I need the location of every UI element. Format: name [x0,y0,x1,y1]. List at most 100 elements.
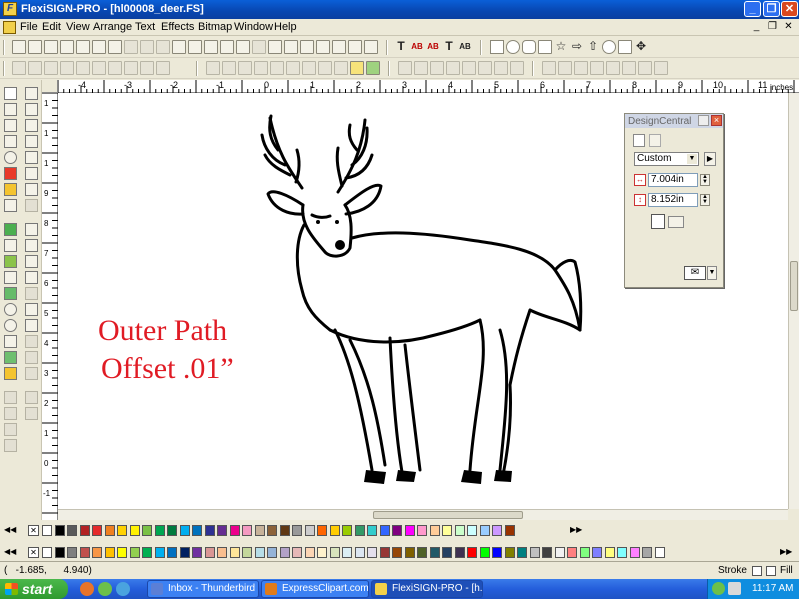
ellipse-tool-icon[interactable] [4,151,17,164]
color-swatch[interactable] [217,547,227,558]
move-icon[interactable] [622,61,636,75]
color-swatch[interactable] [342,547,352,558]
menu-edit[interactable]: Edit [42,21,61,33]
color-swatch[interactable] [79,547,90,558]
spare-tool-3-icon[interactable] [4,407,17,420]
weld-icon[interactable] [108,61,122,75]
color-swatch[interactable] [417,547,427,558]
color-swatch[interactable] [129,547,140,558]
color-swatch[interactable] [317,547,327,558]
envelope-tool-icon[interactable] [25,239,38,252]
color-swatch[interactable] [479,547,490,558]
color-swatch[interactable] [479,525,490,536]
color-swatch[interactable] [492,547,502,558]
color-swatch[interactable] [442,547,452,558]
knife-tool-icon[interactable] [4,119,17,132]
star-icon[interactable]: ☆ [554,39,568,53]
spare-tool-1-icon[interactable] [4,391,17,404]
fill-tool-icon[interactable] [4,167,17,180]
panel-tool-icon[interactable] [25,351,38,364]
trim-icon[interactable] [124,61,138,75]
color-swatch[interactable] [554,547,565,558]
color-swatch[interactable] [392,547,402,558]
width-field[interactable]: 7.004in [648,173,698,187]
color-tool-icon[interactable] [4,183,17,196]
rotate-tool-icon[interactable] [25,135,38,148]
color-swatch[interactable] [117,525,127,536]
color-swatch[interactable] [242,547,252,558]
ruler-corner[interactable] [42,80,58,93]
vertical-scrollbar[interactable] [788,93,799,509]
ellipse-icon[interactable] [506,40,520,54]
nudge-icon[interactable] [334,61,348,75]
transform-tool-icon[interactable] [4,135,17,148]
color-swatch[interactable] [579,547,590,558]
color-swatch[interactable] [617,547,627,558]
stroke-swatch[interactable] [752,566,762,576]
color-swatch[interactable] [129,525,140,536]
color-swatch[interactable] [542,547,552,558]
close-button[interactable]: ✕ [781,1,798,17]
color-swatch[interactable] [142,547,152,558]
color-swatch[interactable] [167,547,177,558]
color-swatch[interactable] [354,525,365,536]
bezier-tool-icon[interactable] [25,103,38,116]
pointer-tool-icon[interactable] [4,87,17,100]
text-spacing-icon[interactable]: AB [426,42,440,51]
pen-tool-icon[interactable] [25,119,38,132]
rip-icon[interactable] [108,40,122,54]
circle-icon[interactable] [602,40,616,54]
mdi-minimize-button[interactable]: _ [750,21,763,33]
color-swatch[interactable] [367,547,377,558]
fill-swatch[interactable] [766,566,776,576]
show-icon[interactable] [318,61,332,75]
zoom-tool-icon[interactable] [4,303,17,316]
frame-icon[interactable] [618,40,632,54]
snap-icon[interactable] [638,61,652,75]
color-swatch[interactable] [404,525,415,536]
palette-scroll-right-icon[interactable]: ▶▶ [570,525,584,536]
menu-arrange[interactable]: Arrange [93,21,132,33]
color-swatch[interactable] [454,525,465,536]
panel-close-button[interactable]: × [711,115,722,126]
color-swatch[interactable] [229,547,240,558]
toolbar-grip-2[interactable] [3,61,5,76]
color-swatch[interactable] [67,547,77,558]
align-right-icon[interactable] [430,61,444,75]
color-swatch[interactable] [379,525,390,536]
distribute-icon[interactable] [28,61,42,75]
color-swatch[interactable] [179,547,190,558]
polygon-icon[interactable] [538,40,552,54]
break-apart-icon[interactable] [92,61,106,75]
text-tool-icon[interactable] [4,103,17,116]
arc-tool-icon[interactable] [25,151,38,164]
align-middle-icon[interactable] [462,61,476,75]
vertical-scroll-thumb[interactable] [790,261,798,311]
check-icon[interactable] [252,40,266,54]
color-swatch[interactable] [504,547,515,558]
color-swatch[interactable] [54,525,65,536]
start-button[interactable]: start [0,579,68,599]
color-swatch[interactable] [279,547,290,558]
color-swatch[interactable] [329,525,340,536]
width-spinner[interactable]: ▲ ▼ [700,174,710,186]
undo-icon[interactable] [188,40,202,54]
center-icon[interactable] [606,61,620,75]
volume-icon[interactable] [728,582,741,595]
ungroup-icon[interactable] [60,61,74,75]
text-style-icon[interactable]: T [442,39,456,53]
spare-tool-2-icon[interactable] [25,391,38,404]
color-swatch[interactable] [567,547,577,558]
design-central-titlebar[interactable]: DesignCentral × [625,114,723,128]
menu-text[interactable]: Text [135,21,155,33]
rotate-icon[interactable] [574,61,588,75]
palette-2-scroll-left-icon[interactable]: ◀◀ [4,547,16,558]
color-swatch[interactable] [442,525,452,536]
unlock-icon[interactable] [286,61,300,75]
align-top-icon[interactable] [446,61,460,75]
color-swatch[interactable] [304,547,315,558]
color-swatch[interactable] [467,525,477,536]
text-tool-icon[interactable]: T [394,39,408,53]
hide-icon[interactable] [302,61,316,75]
ruler-top[interactable]: -4 -3 -2 -1 0 1 2 3 4 5 6 7 8 9 10 11 in… [58,80,799,93]
